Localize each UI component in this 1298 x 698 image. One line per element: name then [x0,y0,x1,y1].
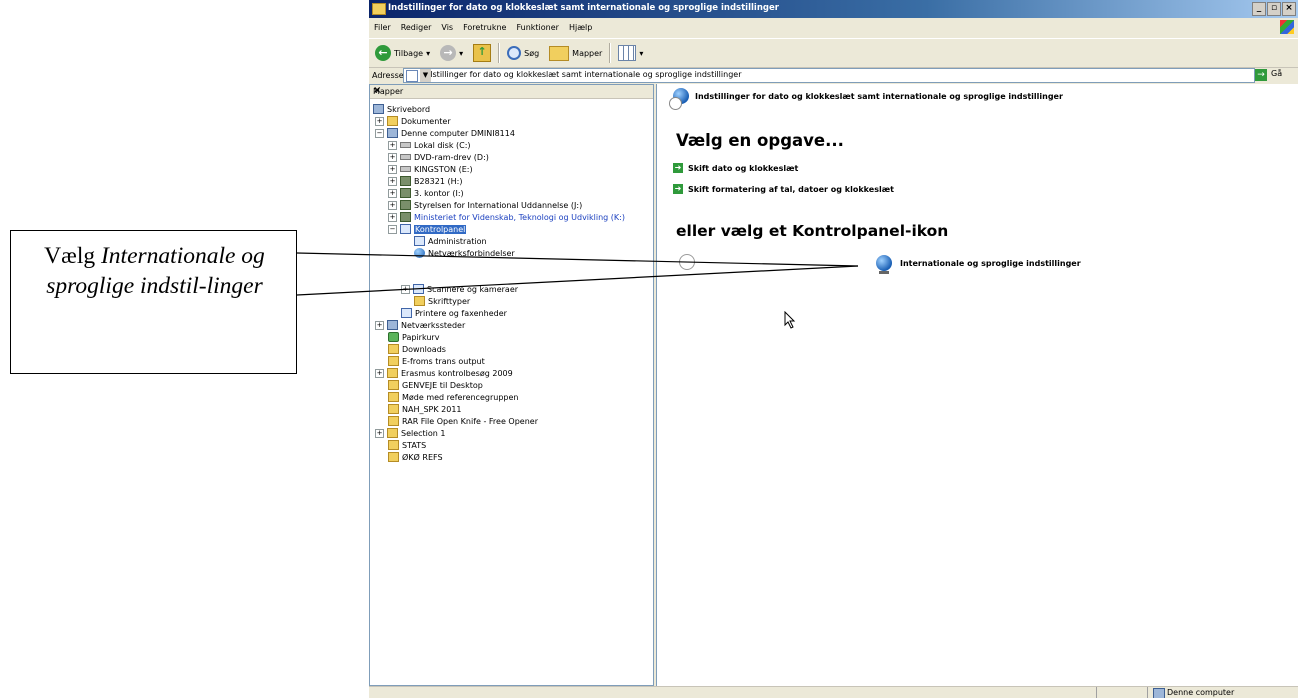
instruction-callout: Vælg Internationale og sproglige indstil… [10,230,297,374]
callout-lead: Vælg [44,243,101,269]
